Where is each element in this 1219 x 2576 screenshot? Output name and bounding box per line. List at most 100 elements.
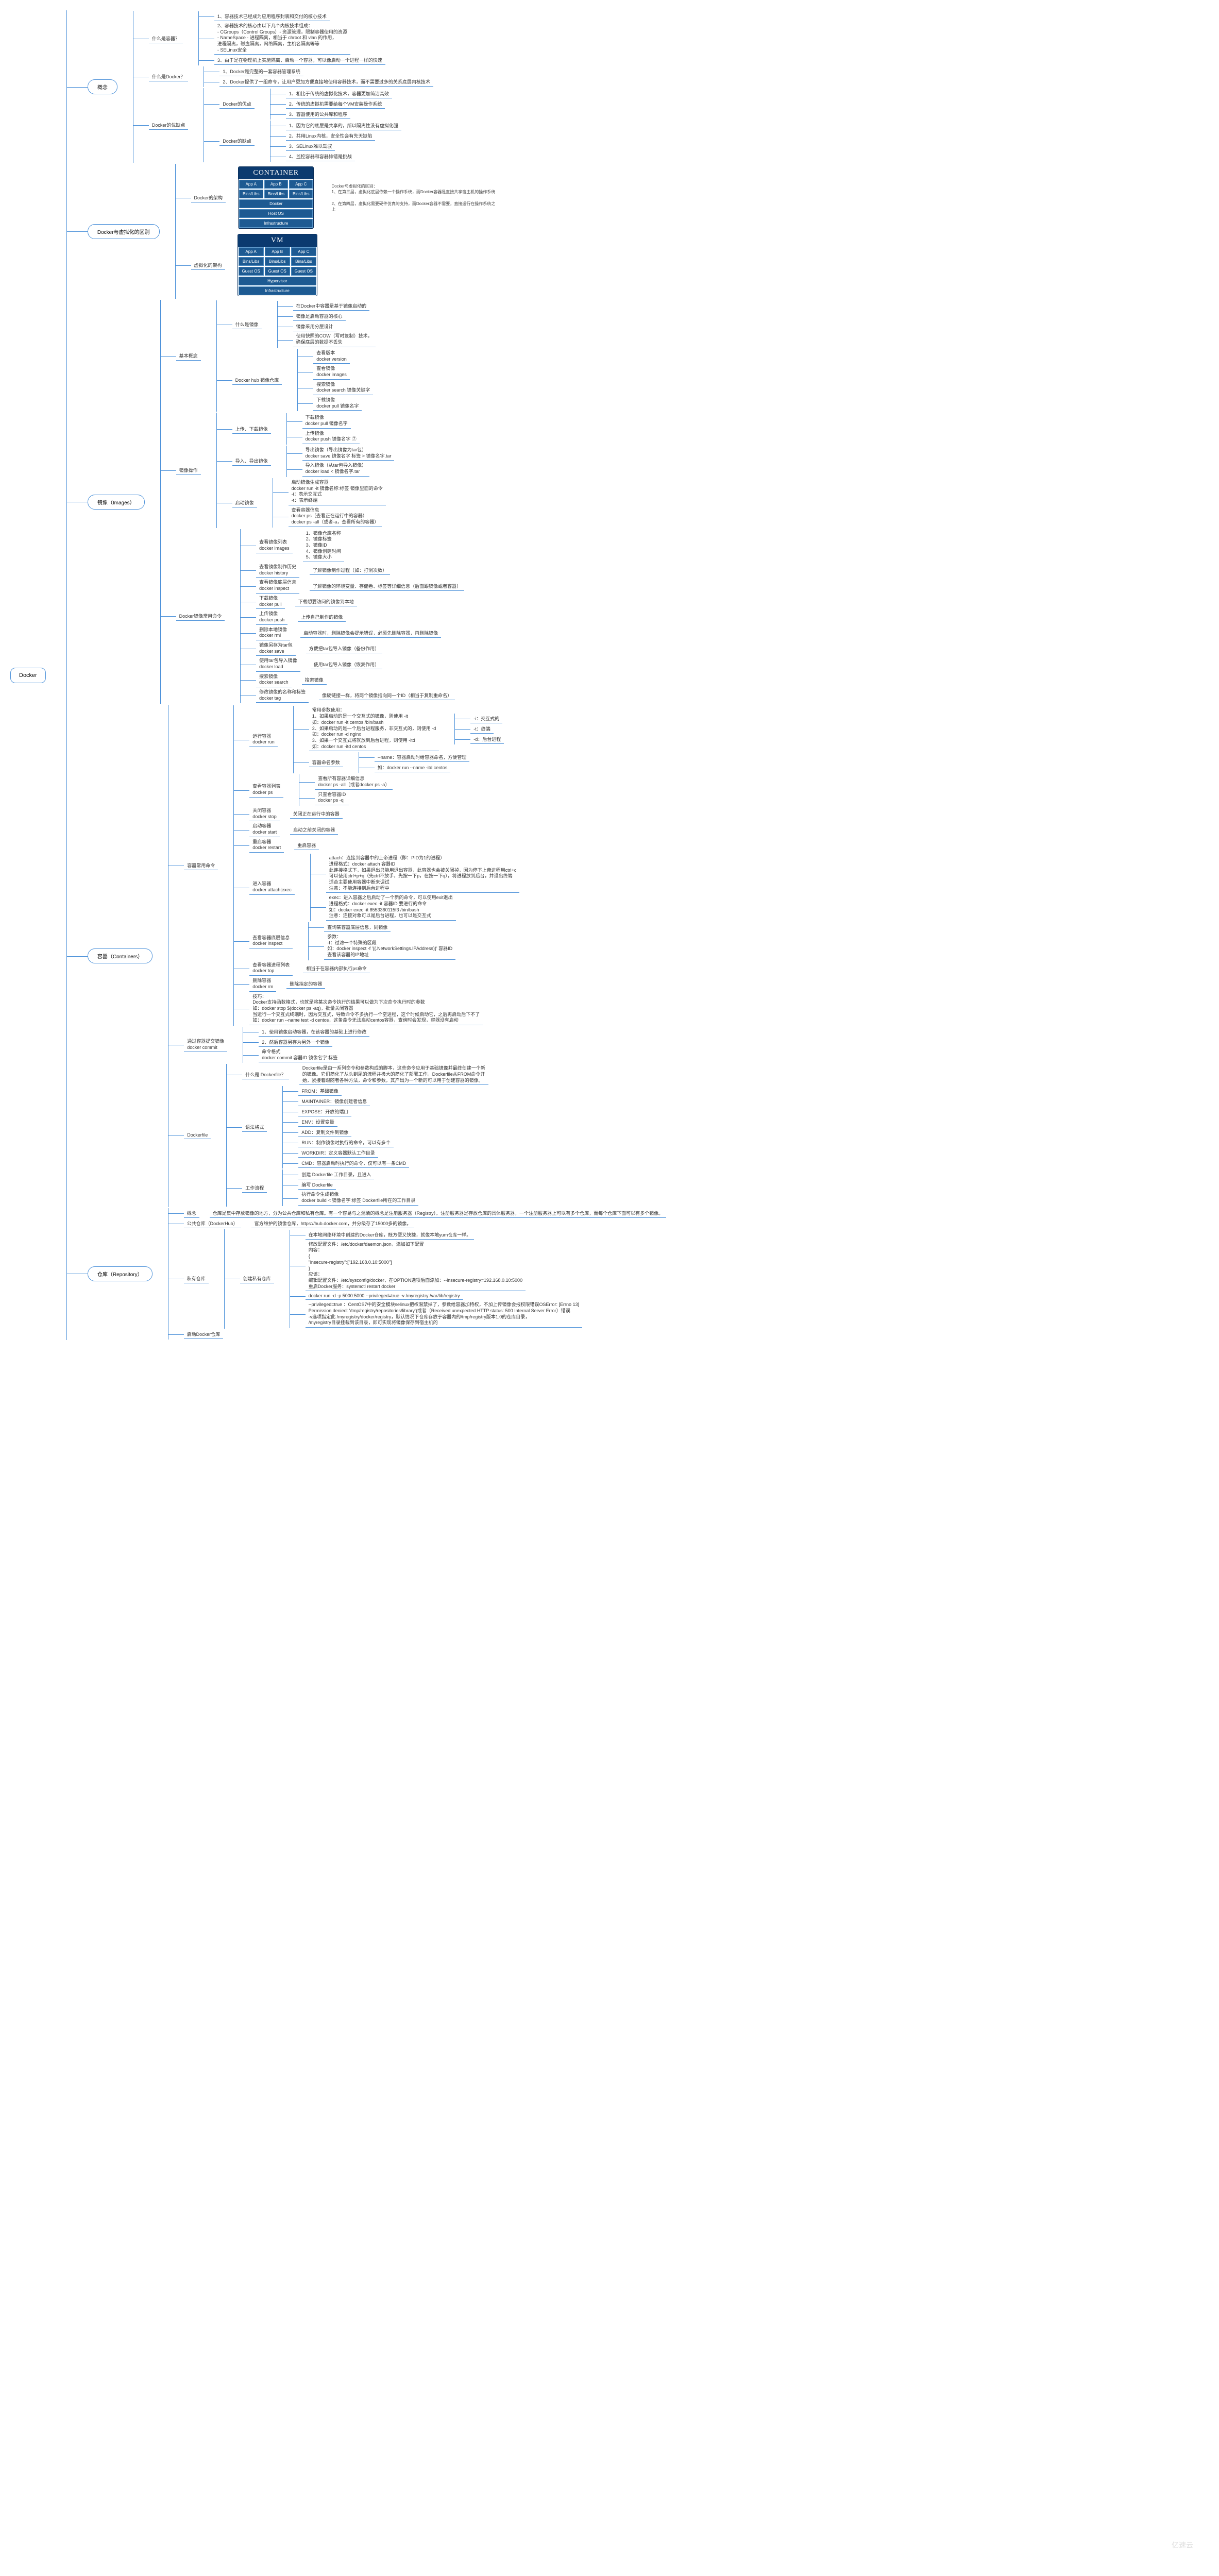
leaf: 重启容器: [294, 841, 319, 850]
leaf: 1、镜像仓库名称 2、镜像标签 3、镜像ID 4、镜像创建时间 5、镜像大小: [303, 530, 344, 562]
container-arch-diagram: CONTAINER App A App B App C Bins/Libs Bi…: [238, 166, 314, 229]
leaf: 查看版本 docker version: [313, 349, 350, 364]
leaf: --privileged=true ：CentOS7中的安全模块selinux把…: [306, 1301, 582, 1328]
node-image-ops: 镜像操作: [176, 466, 201, 475]
leaf: 3、由于是在物理机上实施隔离，启动一个容器，可以像启动一个进程一样的快速: [214, 56, 385, 65]
leaf: ADD：复制文件到镜像: [298, 1128, 351, 1137]
cmd-search: 搜索镜像 docker search: [256, 673, 292, 687]
leaf: 下载镜像 docker pull 镜像名字: [313, 396, 362, 411]
mindmap-root: Docker 概念 什么是容器？ 1、容器技术已经成为应用程序封装和交付的核心技…: [10, 10, 1209, 1340]
cmd-push: 上传镜像 docker push: [256, 610, 287, 624]
node-container-cmds: 容器常用命令: [184, 861, 218, 870]
cmd-attach-exec: 进入容器 docker attach|exec: [249, 880, 294, 894]
leaf: 1、容器技术已经成为应用程序封装和交付的核心技术: [214, 12, 330, 21]
node-pros-cons: Docker的优缺点: [149, 121, 189, 130]
leaf: 修改配置文件：/etc/docker/daemon.json，添加如下配置 内容…: [306, 1241, 526, 1292]
node-vm-arch: 虚拟化的架构: [191, 261, 225, 270]
node-what-is-container: 什么是容器？: [149, 34, 183, 43]
leaf: 创建 Dockerfile 工作目录，且进入: [298, 1170, 374, 1179]
leaf: 1、Docker是完整的一套容器管理系统: [219, 67, 303, 76]
node-docker-vs-vm: Docker与虚拟化的区别: [88, 224, 160, 239]
cmd-restart: 重启容器 docker restart: [249, 838, 284, 853]
cmd-inspect-c: 查看容器底层信息 docker inspect: [249, 934, 293, 948]
leaf: 命令格式 docker commit 容器ID 镜像名字:标签: [259, 1048, 341, 1062]
leaf: --name：容器启动时给容器命名，方便管理: [375, 753, 470, 762]
leaf: 搜索镜像 docker search 镜像关键字: [313, 381, 373, 395]
leaf: MAINTAINER：镜像创建者信息: [298, 1097, 370, 1106]
node-pros: Docker的优点: [219, 99, 255, 109]
leaf: 下载想要访问的镜像到本地: [295, 597, 357, 606]
leaf: 4、监控容器和容器排错是挑战: [286, 152, 355, 161]
leaf: 使用tar包导入镜像（恢复作用）: [311, 660, 383, 669]
leaf: 搜索镜像: [302, 675, 327, 685]
leaf: 仓库是集中存放镜像的地方，分为公共仓库和私有仓库。有一个容易与之混淆的概念是注册…: [210, 1209, 667, 1218]
leaf: 查看镜像 docker images: [313, 365, 350, 379]
leaf: attach：连接到容器中的上帝进程（即：PID为1的进程） 进程格式：dock…: [326, 854, 520, 893]
leaf: 导出镜像（导出镜像为tar包） docker save 镜像名字 标签 > 镜像…: [302, 446, 395, 461]
node-commit: 通过容器提交镜像 docker commit: [184, 1038, 227, 1052]
node-start-repo: 启动Docker仓库: [184, 1330, 224, 1339]
leaf: 2、共用Linux内核，安全性会有先天缺陷: [286, 131, 376, 141]
cmd-inspect: 查看镜像底层信息 docker inspect: [256, 579, 299, 593]
cmd-images: 查看镜像列表 docker images: [256, 538, 293, 553]
leaf: ENV：设置变量: [298, 1117, 337, 1127]
leaf: 在Docker中容器是基于镜像启动的: [293, 301, 370, 311]
leaf: RUN：制作镜像时执行的命令，可以有多个: [298, 1138, 394, 1147]
cmd-history: 查看镜像制作历史 docker history: [256, 563, 299, 578]
node-what-is-docker: 什么是Docker？: [149, 72, 189, 81]
leaf: WORKDIR：定义容器默认工作目录: [298, 1148, 378, 1158]
leaf: 3、容器使用的公共库和程序: [286, 110, 350, 119]
node-repo-concept: 概念: [184, 1209, 199, 1218]
leaf: 查询某容器底层信息，同镜像: [324, 923, 391, 932]
node-import-export: 导入、导出镜像: [232, 456, 271, 466]
leaf: 查看所有容器详细信息 docker ps -all（或者docker ps -a…: [315, 775, 393, 789]
leaf: 常用参数使用： 1、如果启动的是一个交互式的镜像，则使用 -it 如：docke…: [309, 706, 439, 751]
node-syntax: 语法格式: [242, 1123, 267, 1132]
cmd-load: 使用tar包导入镜像 docker load: [256, 657, 300, 671]
leaf: 相当于在容器内部执行ps命令: [303, 964, 370, 973]
leaf: 上传自己制作的镜像: [298, 613, 346, 622]
leaf: 导入镜像（从tar包导入镜像） docker load < 镜像名字.tar: [302, 462, 370, 476]
arch-note: Docker与虚拟化的区别： 1、在第三层，虚拟化底层依赖一个操作系统，而Doc…: [331, 183, 495, 212]
node-private-repo: 私有仓库: [184, 1274, 209, 1283]
node-concept: 概念: [88, 79, 117, 94]
leaf: 官方维护的镜像仓库，https://hub.docker.com，并分级存了15…: [251, 1219, 415, 1228]
node-what-dockerfile: 什么是 Dockerfile？: [242, 1070, 289, 1079]
leaf: 1、使用镜像启动容器，在该容器的基础上进行修改: [259, 1027, 369, 1037]
leaf: 只查看容器ID docker ps -q: [315, 791, 349, 805]
leaf: -t：终端: [470, 724, 494, 734]
leaf: FROM：基础镜像: [298, 1087, 342, 1096]
node-images: 镜像（Images）: [88, 495, 145, 510]
leaf: docker run -d -p 5000:5000 --privileged=…: [306, 1292, 463, 1300]
leaf: exec：进入容器之后启动了一个新的命令，可以使用exit退出 进程格式：doc…: [326, 894, 456, 921]
node-dockerfile: Dockerfile: [184, 1131, 211, 1139]
leaf: 了解镜像的环境变量、存储卷、标签等详细信息（后面跟镜像或者容器）: [310, 582, 464, 591]
leaf: 启动镜像生成容器 docker run -it 镜像名称:标签 镜像里面的命令 …: [289, 479, 386, 505]
cmd-ps: 查看容器列表 docker ps: [249, 783, 283, 797]
leaf: 像硬链接一样，将两个镜像指向同一个ID（相当于复制重命名）: [319, 691, 455, 700]
leaf: -i：交互式的: [470, 714, 502, 723]
cmd-start: 启动容器 docker start: [249, 822, 280, 837]
leaf: 2、容器技术的核心由以下几个内核技术组成： - CGroups（Control …: [214, 22, 350, 55]
node-upload-download: 上传、下载镜像: [232, 425, 271, 434]
cmd-stop: 关闭容器 docker stop: [249, 807, 280, 821]
leaf: 如：docker run --name -itd centos: [375, 763, 451, 772]
node-what-is-image: 什么是镜像: [232, 320, 262, 329]
leaf: 1、因为它的底层是共享的，所以隔离性没有虚拟化强: [286, 121, 401, 130]
cmd-rm: 删除容器 docker rm: [249, 977, 276, 991]
leaf: 查看容器信息 docker ps（查看正在运行中的容器） docker ps -…: [289, 506, 382, 527]
leaf: CMD：容器启动时执行的命令，仅可以有一条CMD: [298, 1159, 409, 1168]
leaf: 方便把tar包导入镜像（备份作用）: [306, 644, 383, 653]
cmd-tag: 修改镜像的名称和标签 docker tag: [256, 688, 309, 703]
leaf: 镜像是启动容器的核心: [293, 312, 346, 321]
node-repository: 仓库（Repository）: [88, 1266, 153, 1281]
leaf: Dockerfile是由一系列命令和参数构成的脚本，这些命令应用于基础镜像并最终…: [299, 1064, 488, 1085]
cmd-save: 镜像另存为tar包 docker save: [256, 641, 296, 656]
watermark: 亿速云: [1172, 2540, 1193, 2550]
leaf: 了解镜像制作过程（如：打洞次数）: [310, 566, 390, 575]
node-start-image: 启动镜像: [232, 498, 257, 507]
leaf: 使用快照的COW（写时复制）技术， 确保底层的数据不丢失: [293, 332, 376, 347]
node-containers: 容器（Containers）: [88, 948, 153, 963]
node-public-repo: 公共仓库（DockerHub）: [184, 1219, 241, 1228]
leaf: 2、Docker提供了一组命令，让用户更加方便直接地使用容器技术，而不需要过多的…: [219, 77, 433, 87]
